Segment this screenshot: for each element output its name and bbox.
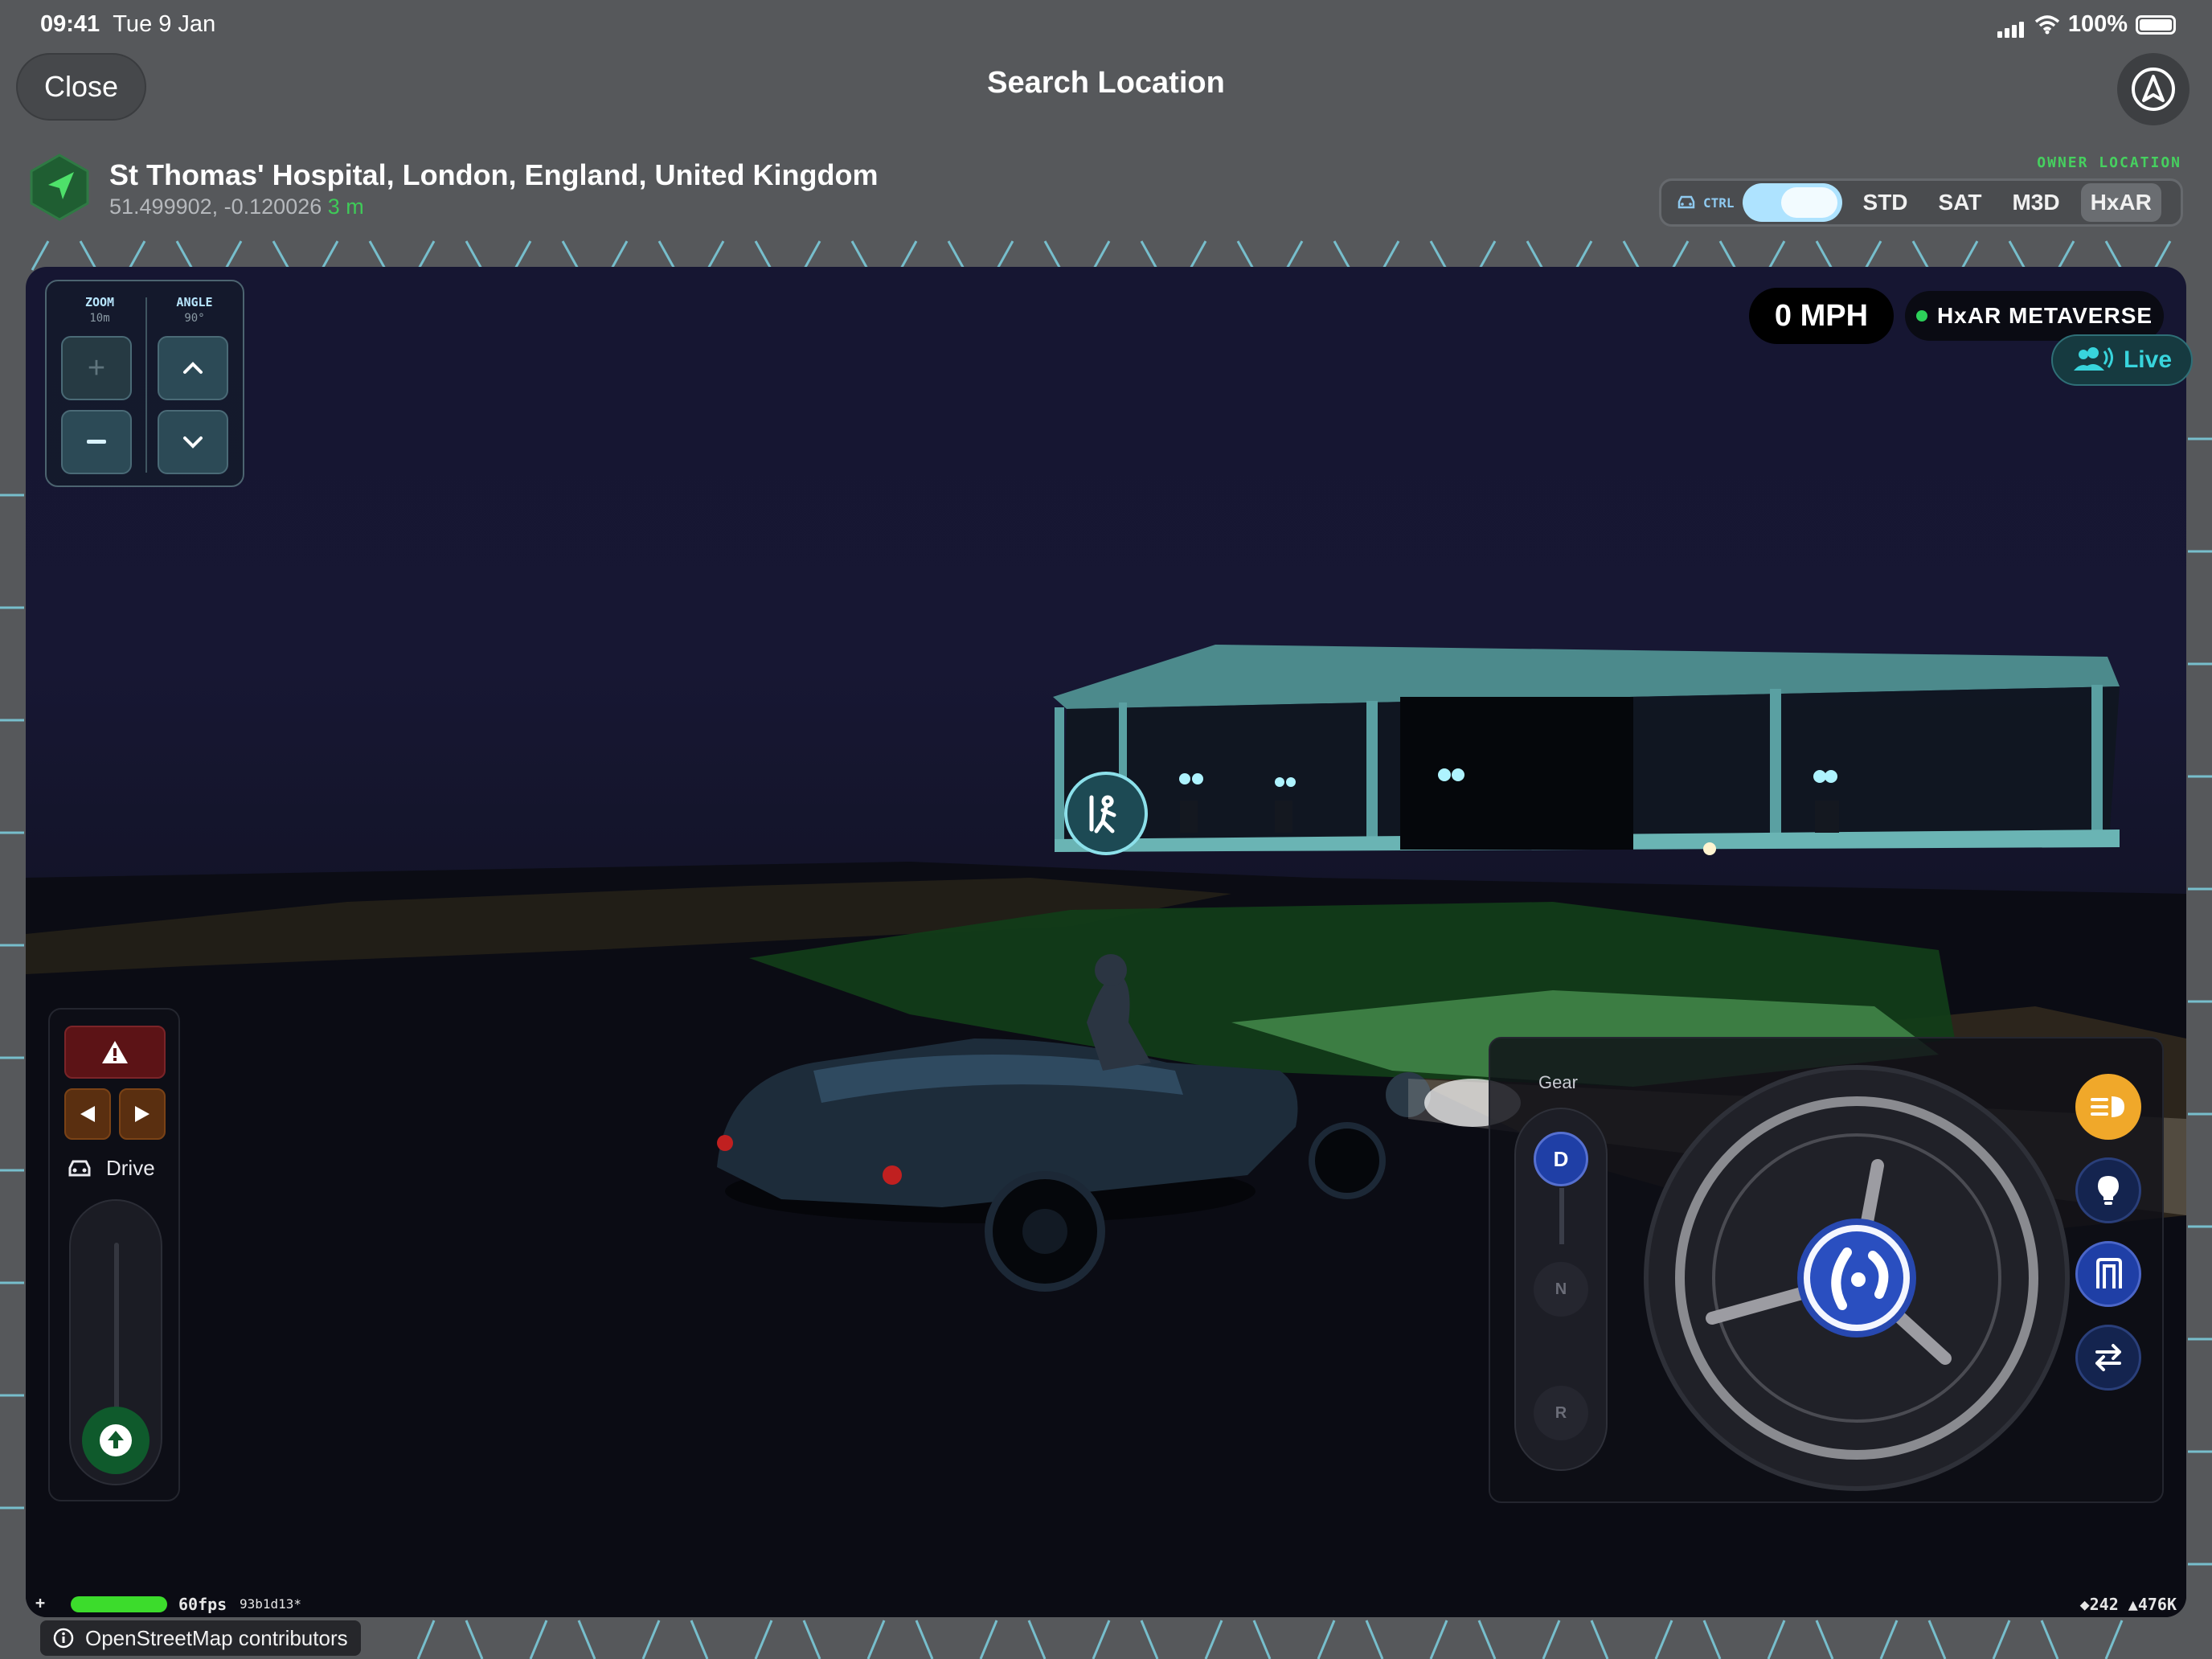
zoom-label: ZOOM 10m: [59, 294, 140, 326]
build-hash: 93b1d13*: [240, 1596, 302, 1612]
angle-up-button[interactable]: [158, 336, 228, 400]
headlights-button[interactable]: [2075, 1074, 2141, 1140]
tab-m3d[interactable]: M3D: [2002, 183, 2069, 222]
gear-selector[interactable]: D N R: [1514, 1108, 1608, 1471]
angle-down-button[interactable]: [158, 410, 228, 474]
hazard-button[interactable]: [64, 1026, 166, 1079]
world-status-badge: HxAR METAVERSE: [1905, 291, 2164, 341]
interior-light-button[interactable]: [2075, 1157, 2141, 1223]
zoom-in-button[interactable]: +: [61, 336, 132, 400]
speed-indicator: 0 MPH: [1749, 288, 1894, 344]
ctrl-label: CTRL: [1703, 195, 1735, 211]
minus-icon: [87, 440, 106, 444]
wifi-icon: [2034, 14, 2059, 34]
map-attribution[interactable]: OpenStreetMap contributors: [40, 1620, 361, 1656]
zoom-out-button[interactable]: [61, 410, 132, 474]
location-accuracy: 3 m: [327, 195, 364, 219]
fps-meter: [71, 1596, 167, 1612]
signal-icon: [1997, 11, 2026, 38]
gear-drive-button[interactable]: D: [1534, 1132, 1588, 1186]
gear-reverse-button[interactable]: R: [1534, 1386, 1588, 1440]
gear-label: Gear: [1538, 1072, 1578, 1092]
debug-bar: + 60fps 93b1d13* ◆242 ▲476K: [26, 1591, 2186, 1617]
battery-percent: 100%: [2067, 11, 2128, 37]
navigation-arrow-icon: [2132, 68, 2175, 111]
online-dot-icon: [1915, 310, 1927, 322]
drive-mode-label: Drive: [66, 1156, 155, 1181]
arrow-left-icon: [80, 1106, 95, 1122]
fps-value: 60fps: [178, 1595, 227, 1614]
ctrl-group: CTRL: [1676, 195, 1735, 211]
camera-control-panel: ZOOM 10m ANGLE 90° +: [45, 280, 244, 487]
live-button[interactable]: Live: [2051, 334, 2193, 386]
tab-sat[interactable]: SAT: [1929, 183, 1992, 222]
headlight-icon: [2091, 1096, 2124, 1117]
door-button[interactable]: [2075, 1241, 2141, 1307]
info-icon: [53, 1628, 74, 1649]
hazard-warning-icon: [102, 1041, 128, 1063]
lightbulb-icon: [2098, 1176, 2119, 1205]
live-users-icon: [2073, 347, 2113, 371]
angle-value: 90°: [184, 312, 205, 325]
car-icon: [1677, 195, 1695, 209]
owner-location-label: OWNER LOCATION: [2037, 154, 2181, 171]
left-indicator-button[interactable]: [64, 1088, 111, 1140]
car-icon: [68, 1160, 91, 1176]
zoom-value: 10m: [89, 312, 110, 325]
swap-vehicle-button[interactable]: [2075, 1325, 2141, 1391]
throttle-slider[interactable]: [69, 1199, 162, 1485]
gear-neutral-button[interactable]: N: [1534, 1262, 1588, 1317]
vehicle-control-panel: Gear D N R: [1489, 1037, 2164, 1503]
door-icon: [2096, 1258, 2122, 1288]
map-mode-bar: CTRL STD SAT M3D HxAR: [1659, 178, 2183, 227]
location-name: St Thomas' Hospital, London, England, Un…: [109, 158, 879, 191]
drive-panel: Drive: [48, 1008, 180, 1501]
status-time: 09:41 Tue 9 Jan: [40, 11, 216, 37]
plus-icon: +: [87, 350, 106, 385]
right-indicator-button[interactable]: [119, 1088, 166, 1140]
battery-icon: [2136, 14, 2176, 35]
status-indicators: 100%: [1997, 11, 2176, 38]
location-coordinates: 51.499902, -0.120026 3 m: [109, 195, 364, 219]
throttle-handle[interactable]: [82, 1407, 150, 1474]
arrow-up-circle-icon: [100, 1424, 132, 1456]
chevron-down-icon: [183, 436, 203, 449]
locate-me-button[interactable]: [2117, 53, 2189, 125]
arrow-right-icon: [135, 1106, 150, 1122]
chevron-up-icon: [183, 362, 203, 374]
tab-std[interactable]: STD: [1854, 183, 1918, 222]
ctrl-toggle[interactable]: [1742, 183, 1842, 222]
page-title: Search Location: [987, 66, 1225, 100]
tab-hxar[interactable]: HxAR: [2080, 183, 2161, 222]
render-stats: ◆242 ▲476K: [2079, 1595, 2177, 1614]
location-hexagon-icon: [30, 154, 89, 221]
steering-wheel[interactable]: [1632, 1053, 2082, 1503]
swap-arrows-icon: [2095, 1344, 2121, 1371]
angle-label: ANGLE 90°: [154, 294, 235, 326]
debug-plus[interactable]: +: [35, 1593, 45, 1612]
